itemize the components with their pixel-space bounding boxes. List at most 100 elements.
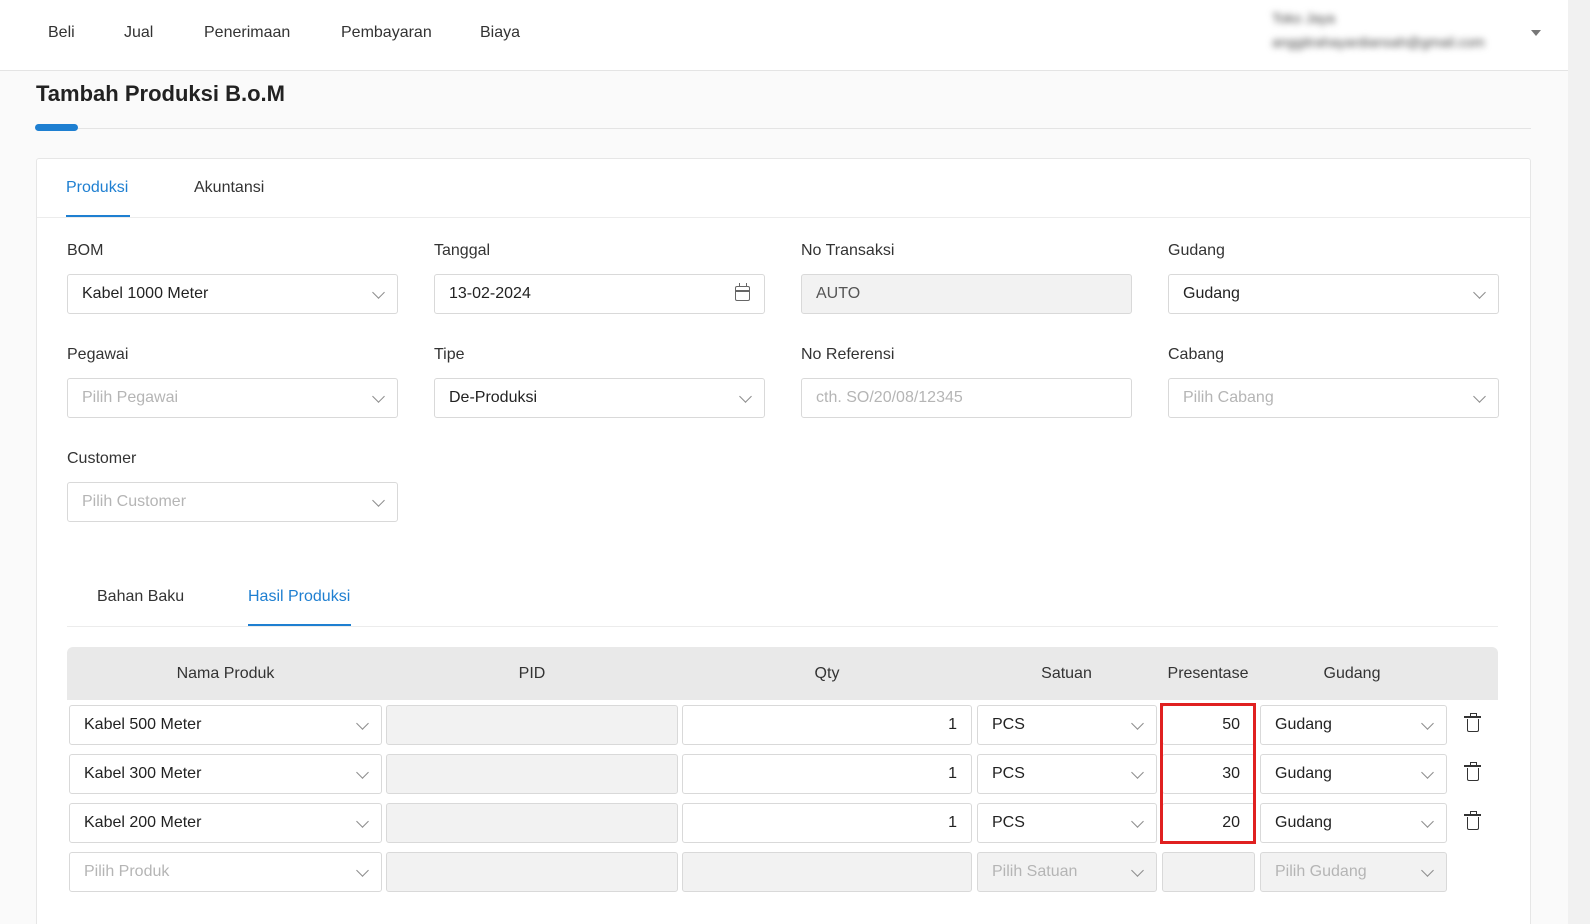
- new-row-produk-select[interactable]: Pilih Produk: [69, 852, 382, 892]
- col-qty: Qty: [814, 665, 840, 682]
- row1-produk-value: Kabel 500 Meter: [84, 716, 202, 733]
- no-transaksi-value: AUTO: [816, 285, 861, 302]
- subtab-hasil-produksi[interactable]: Hasil Produksi: [248, 588, 350, 606]
- col-presentase: Presentase: [1167, 665, 1249, 682]
- chevron-down-icon: [739, 390, 752, 403]
- cabang-select[interactable]: Pilih Cabang: [1168, 378, 1499, 418]
- row2-qty-value: 1: [948, 765, 957, 782]
- new-row-gudang-select: Pilih Gudang: [1260, 852, 1447, 892]
- subtabs-divider: [67, 626, 1498, 627]
- chevron-down-icon: [1421, 766, 1434, 779]
- cabang-placeholder: Pilih Cabang: [1183, 389, 1274, 406]
- col-pid: PID: [518, 665, 546, 682]
- row2-produk-select[interactable]: Kabel 300 Meter: [69, 754, 382, 794]
- bom-select[interactable]: Kabel 1000 Meter: [67, 274, 398, 314]
- row1-trash-icon[interactable]: [1464, 713, 1481, 732]
- calendar-icon[interactable]: [735, 283, 750, 301]
- row1-satuan-value: PCS: [992, 716, 1025, 733]
- tipe-select[interactable]: De-Produksi: [434, 378, 765, 418]
- row1-satuan-select[interactable]: PCS: [977, 705, 1157, 745]
- row3-satuan-select[interactable]: PCS: [977, 803, 1157, 843]
- chevron-down-icon: [1421, 864, 1434, 877]
- chevron-down-icon: [356, 815, 369, 828]
- row2-produk-value: Kabel 300 Meter: [84, 765, 202, 782]
- row1-produk-select[interactable]: Kabel 500 Meter: [69, 705, 382, 745]
- caret-down-icon[interactable]: [1531, 30, 1541, 36]
- customer-label: Customer: [67, 450, 137, 467]
- no-referensi-input[interactable]: cth. SO/20/08/12345: [801, 378, 1132, 418]
- gudang-select-value: Gudang: [1183, 285, 1240, 302]
- chevron-down-icon: [1473, 286, 1486, 299]
- row1-gudang-select[interactable]: Gudang: [1260, 705, 1447, 745]
- nav-biaya[interactable]: Biaya: [480, 24, 520, 42]
- row3-satuan-value: PCS: [992, 814, 1025, 831]
- row2-pid-field: [386, 754, 678, 794]
- row3-gudang-value: Gudang: [1275, 814, 1332, 831]
- new-row-satuan-select: Pilih Satuan: [977, 852, 1157, 892]
- chevron-down-icon: [1131, 815, 1144, 828]
- chevron-down-icon: [1421, 717, 1434, 730]
- tab-akuntansi[interactable]: Akuntansi: [194, 179, 264, 197]
- customer-select[interactable]: Pilih Customer: [67, 482, 398, 522]
- col-gudang: Gudang: [1323, 665, 1381, 682]
- chevron-down-icon: [1421, 815, 1434, 828]
- new-row-pid-field: [386, 852, 678, 892]
- row2-gudang-select[interactable]: Gudang: [1260, 754, 1447, 794]
- chevron-down-icon: [356, 717, 369, 730]
- row3-gudang-select[interactable]: Gudang: [1260, 803, 1447, 843]
- row3-produk-value: Kabel 200 Meter: [84, 814, 202, 831]
- vertical-scrollbar[interactable]: [1568, 0, 1590, 924]
- title-accent-bar: [35, 124, 78, 131]
- row1-pid-field: [386, 705, 678, 745]
- row2-trash-icon[interactable]: [1464, 762, 1481, 781]
- col-nama-produk: Nama Produk: [176, 665, 275, 682]
- title-divider: [78, 128, 1531, 129]
- no-transaksi-field: AUTO: [801, 274, 1132, 314]
- row2-satuan-value: PCS: [992, 765, 1025, 782]
- nav-pembayaran[interactable]: Pembayaran: [341, 24, 432, 42]
- page-title: Tambah Produksi B.o.M: [36, 81, 285, 106]
- table-header: Nama Produk PID Qty Satuan Presentase Gu…: [67, 647, 1498, 700]
- subtab-bahan-baku[interactable]: Bahan Baku: [97, 588, 184, 606]
- customer-placeholder: Pilih Customer: [82, 493, 187, 510]
- bom-select-value: Kabel 1000 Meter: [82, 285, 209, 302]
- pegawai-label: Pegawai: [67, 346, 129, 363]
- new-row-gudang-placeholder: Pilih Gudang: [1275, 863, 1367, 880]
- new-row-produk-placeholder: Pilih Produk: [84, 863, 170, 880]
- row3-qty-value: 1: [948, 814, 957, 831]
- row2-gudang-value: Gudang: [1275, 765, 1332, 782]
- tipe-select-value: De-Produksi: [449, 389, 538, 406]
- row2-qty-input[interactable]: 1: [682, 754, 972, 794]
- tipe-label: Tipe: [434, 346, 465, 363]
- tabs-divider: [37, 217, 1530, 218]
- chevron-down-icon: [356, 864, 369, 877]
- bom-label: BOM: [67, 242, 104, 259]
- nav-jual[interactable]: Jual: [124, 24, 153, 42]
- new-row-satuan-placeholder: Pilih Satuan: [992, 863, 1078, 880]
- tab-produksi[interactable]: Produksi: [66, 179, 128, 197]
- row3-trash-icon[interactable]: [1464, 811, 1481, 830]
- new-row-qty-field: [682, 852, 972, 892]
- gudang-select[interactable]: Gudang: [1168, 274, 1499, 314]
- chevron-down-icon: [372, 494, 385, 507]
- presentase-highlight-box: [1160, 703, 1256, 844]
- no-referensi-label: No Referensi: [801, 346, 895, 363]
- nav-penerimaan[interactable]: Penerimaan: [204, 24, 290, 42]
- row3-produk-select[interactable]: Kabel 200 Meter: [69, 803, 382, 843]
- no-referensi-placeholder: cth. SO/20/08/12345: [816, 389, 963, 406]
- nav-beli[interactable]: Beli: [48, 24, 75, 42]
- row1-qty-input[interactable]: 1: [682, 705, 972, 745]
- row2-satuan-select[interactable]: PCS: [977, 754, 1157, 794]
- user-name: Toko Jaya: [1272, 10, 1336, 26]
- user-email: anggitrahayardiansah@gmail.com: [1272, 34, 1485, 50]
- cabang-label: Cabang: [1168, 346, 1225, 363]
- chevron-down-icon: [356, 766, 369, 779]
- user-menu[interactable]: Toko Jaya anggitrahayardiansah@gmail.com: [1272, 10, 1522, 50]
- tanggal-value: 13-02-2024: [449, 285, 531, 302]
- chevron-down-icon: [1131, 864, 1144, 877]
- row3-pid-field: [386, 803, 678, 843]
- tanggal-datepicker[interactable]: 13-02-2024: [434, 274, 765, 314]
- pegawai-select[interactable]: Pilih Pegawai: [67, 378, 398, 418]
- top-navbar: Beli Jual Penerimaan Pembayaran Biaya To…: [0, 0, 1568, 71]
- row3-qty-input[interactable]: 1: [682, 803, 972, 843]
